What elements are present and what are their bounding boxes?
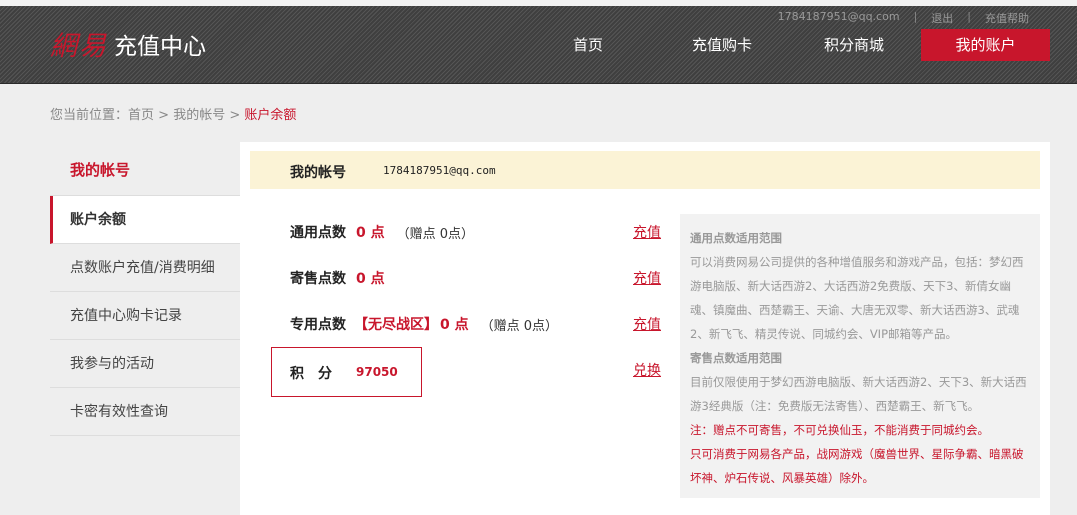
- nav-points-mall[interactable]: 积分商城: [812, 29, 896, 61]
- usage-note: 只可消费于网易各产品，战网游戏（魔兽世界、星际争霸、暗黑破坏神、炉石传说、风暴英…: [690, 447, 1024, 485]
- separator: |: [967, 10, 971, 23]
- general-points-bonus: （赠点 0点）: [396, 226, 475, 242]
- main-panel: 我的帐号 1784187951@qq.com 通用点数 0 点 （赠点 0点） …: [240, 142, 1050, 515]
- dedicated-recharge-link[interactable]: 充值: [633, 314, 661, 334]
- consign-points-row: 寄售点数 0 点: [290, 268, 385, 288]
- dedicated-points-bonus: （赠点 0点）: [480, 318, 559, 334]
- sidebar-item-activities[interactable]: 我参与的活动: [50, 340, 240, 388]
- dedicated-points-label: 专用点数: [290, 317, 346, 333]
- points-exchange-link[interactable]: 兑换: [633, 360, 661, 380]
- account-label: 我的帐号: [290, 165, 346, 181]
- bonus-note: 注：赠点不可寄售，不可兑换仙玉，不能消费于同城约会。: [690, 423, 989, 437]
- general-scope-title: 通用点数适用范围: [690, 231, 782, 245]
- points-label: 积 分: [290, 366, 332, 382]
- netease-logo-mark: 網易: [50, 31, 108, 62]
- logout-link[interactable]: 退出: [931, 10, 953, 26]
- general-points-label: 通用点数: [290, 225, 346, 241]
- consign-points-label: 寄售点数: [290, 271, 346, 287]
- account-bar: 我的帐号 1784187951@qq.com: [250, 151, 1040, 189]
- points-box: 积 分 97050: [271, 347, 422, 397]
- nav-recharge[interactable]: 充值购卡: [680, 29, 764, 61]
- user-email: 1784187951@qq.com: [777, 10, 900, 23]
- general-recharge-link[interactable]: 充值: [633, 222, 661, 242]
- general-points-value: 0 点: [356, 225, 385, 241]
- breadcrumb: 您当前位置：首页 > 我的帐号 > 账户余额: [50, 104, 296, 123]
- general-points-row: 通用点数 0 点 （赠点 0点）: [290, 222, 474, 242]
- help-link[interactable]: 充值帮助: [985, 10, 1029, 26]
- breadcrumb-sep: >: [225, 108, 245, 123]
- general-scope-text: 可以消费网易公司提供的各种增值服务和游戏产品，包括：梦幻西游电脑版、新大话西游2…: [690, 255, 1024, 341]
- sidebar-item-recharge-history[interactable]: 点数账户充值/消费明细: [50, 244, 240, 292]
- logo-title: 充值中心: [114, 33, 206, 60]
- netease-logo[interactable]: 網易 充值中心: [50, 24, 206, 63]
- breadcrumb-home[interactable]: 首页: [128, 108, 154, 123]
- separator: |: [913, 10, 918, 23]
- breadcrumb-prefix: 您当前位置：: [50, 108, 129, 123]
- sidebar: 我的帐号 账户余额 点数账户充值/消费明细 充值中心购卡记录 我参与的活动 卡密…: [50, 144, 240, 436]
- breadcrumb-sep: >: [154, 108, 174, 123]
- account-value: 1784187951@qq.com: [383, 164, 496, 177]
- points-value: 97050: [356, 365, 398, 379]
- consign-recharge-link[interactable]: 充值: [633, 268, 661, 288]
- nav-my-account[interactable]: 我的账户: [921, 29, 1050, 61]
- breadcrumb-account[interactable]: 我的帐号: [173, 108, 225, 123]
- sidebar-title: 我的帐号: [50, 144, 240, 196]
- consign-points-value: 0 点: [356, 271, 385, 287]
- info-panel: 通用点数适用范围 可以消费网易公司提供的各种增值服务和游戏产品，包括：梦幻西游电…: [680, 214, 1040, 498]
- dedicated-points-value: 0 点: [440, 317, 469, 333]
- dedicated-points-row: 专用点数 【无尽战区】 0 点 （赠点 0点）: [290, 314, 558, 334]
- top-links: 1784187951@qq.com | 退出 | 充值帮助: [778, 10, 1029, 26]
- nav-home[interactable]: 首页: [556, 29, 620, 61]
- site-header: 網易 充值中心 1784187951@qq.com | 退出 | 充值帮助 首页…: [0, 0, 1077, 84]
- sidebar-item-card-check[interactable]: 卡密有效性查询: [50, 388, 240, 436]
- sidebar-item-card-records[interactable]: 充值中心购卡记录: [50, 292, 240, 340]
- breadcrumb-current: 账户余额: [244, 108, 297, 123]
- consign-scope-title: 寄售点数适用范围: [690, 351, 782, 365]
- sidebar-item-balance[interactable]: 账户余额: [50, 196, 240, 244]
- consign-scope-text: 目前仅限使用于梦幻西游电脑版、新大话西游2、天下3、新大话西游3经典版（注：免费…: [690, 375, 1027, 413]
- dedicated-points-zone: 【无尽战区】: [354, 317, 438, 333]
